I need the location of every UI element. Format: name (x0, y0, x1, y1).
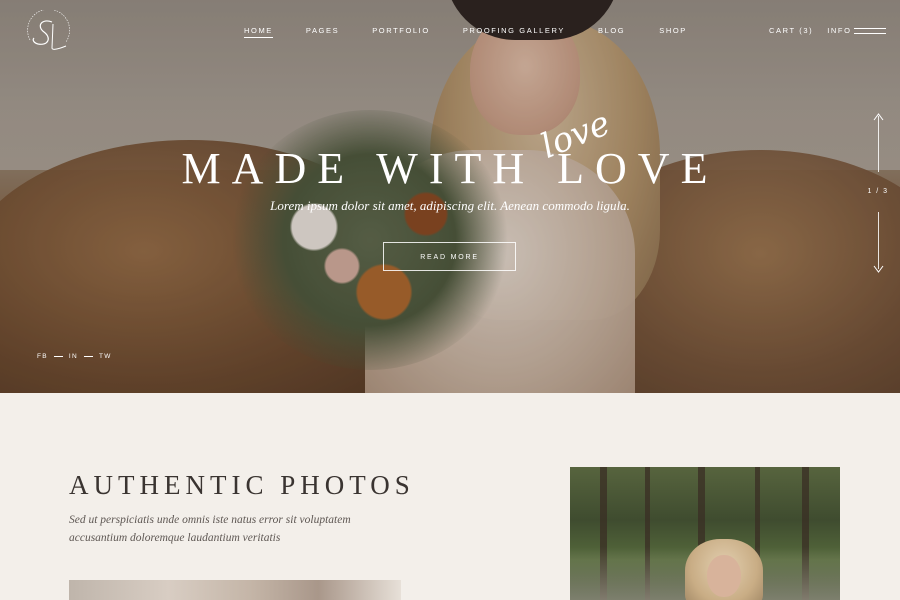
slide-counter: 1 / 3 (867, 188, 889, 195)
slider-line-top (878, 116, 879, 172)
hamburger-menu-icon[interactable] (854, 28, 886, 34)
arrow-down-icon[interactable] (873, 265, 884, 273)
gallery-photo-left[interactable] (69, 580, 401, 600)
cart-link[interactable]: CART (3) (769, 26, 813, 35)
section-title: AUTHENTIC PHOTOS (69, 470, 415, 500)
nav-item-home[interactable]: HOME (244, 26, 273, 38)
photo-model-face (707, 555, 741, 597)
social-in-link[interactable]: IN (69, 353, 78, 360)
hero-slider (0, 0, 900, 393)
read-more-button[interactable]: READ MORE (383, 242, 516, 271)
nav-item-proofing-gallery[interactable]: PROOFING GALLERY (463, 26, 565, 38)
slider-line-bottom (878, 212, 879, 269)
nav-item-portfolio[interactable]: PORTFOLIO (372, 26, 430, 38)
info-link[interactable]: INFO (827, 26, 851, 35)
hero-title: MADE WITH LOVE (181, 144, 719, 193)
monogram-logo-icon (27, 8, 70, 50)
section-text: Sed ut perspiciatis unde omnis iste natu… (69, 514, 351, 544)
hero-image-overlay (0, 0, 900, 393)
social-divider (53, 356, 63, 357)
main-nav: HOME PAGES PORTFOLIO PROOFING GALLERY BL… (244, 26, 687, 38)
social-fb-link[interactable]: FB (37, 353, 48, 360)
nav-item-blog[interactable]: BLOG (598, 26, 625, 38)
hero-subtitle: Lorem ipsum dolor sit amet, adipiscing e… (270, 198, 630, 213)
social-divider (84, 356, 94, 357)
monogram-logo[interactable] (22, 8, 72, 56)
nav-utility: CART (3) INFO (769, 26, 852, 35)
gallery-photo-right[interactable] (570, 467, 840, 600)
social-tw-link[interactable]: TW (99, 353, 112, 360)
nav-item-shop[interactable]: SHOP (659, 26, 687, 38)
social-links: FB IN TW (37, 353, 112, 360)
nav-item-pages[interactable]: PAGES (306, 26, 339, 38)
